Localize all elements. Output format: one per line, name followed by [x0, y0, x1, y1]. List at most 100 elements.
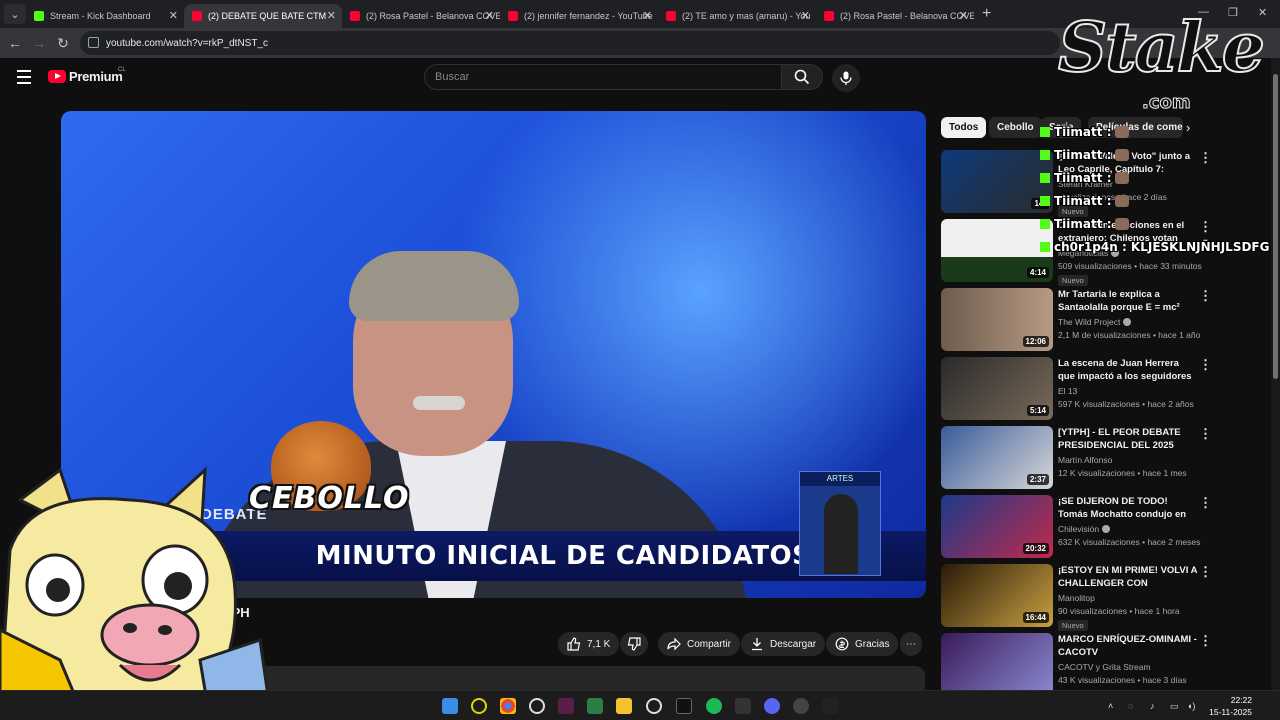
app-icon-5[interactable]: [735, 698, 751, 714]
more-options-icon[interactable]: ⋮: [1199, 150, 1212, 166]
network-icon[interactable]: ▭: [1170, 701, 1179, 712]
app-icon-1[interactable]: [471, 698, 487, 714]
like-button[interactable]: 7,1 K: [558, 632, 620, 656]
obs-icon[interactable]: [646, 698, 662, 714]
volume-icon[interactable]: ◖): [1187, 701, 1195, 711]
chat-text: :: [1106, 171, 1112, 185]
more-options-icon[interactable]: ⋮: [1199, 495, 1212, 511]
video-thumbnail[interactable]: 16:44: [941, 564, 1053, 627]
video-thumbnail[interactable]: 2:37: [941, 426, 1053, 489]
recommendation-item[interactable]: 20:32 ¡SE DIJERON DE TODO! Tomás Mochatto…: [941, 495, 1271, 559]
tab-search-button[interactable]: ⌄: [4, 4, 26, 24]
recommendation-item[interactable]: 5:14 La escena de Juan Herrera que impact…: [941, 357, 1271, 421]
youtube-premium-logo[interactable]: Premium: [69, 69, 123, 84]
app-icon-2[interactable]: [558, 698, 574, 714]
banner-text: MINUTO INICIAL DE CANDIDATOS: [315, 541, 812, 571]
channel-name[interactable]: Martín Alfonso: [1058, 455, 1112, 465]
recommendation-item[interactable]: 12:06 Mr Tartaria le explica a Santaolall…: [941, 288, 1271, 352]
tray-mic-icon[interactable]: ♪: [1150, 701, 1155, 711]
ccleaner-icon[interactable]: [529, 698, 545, 714]
tab-close-icon[interactable]: ✕: [801, 9, 810, 22]
site-info-icon[interactable]: [88, 37, 99, 48]
youtube-favicon-icon: [508, 11, 518, 21]
new-badge: Nuevo: [1058, 275, 1088, 286]
tab-close-icon[interactable]: ✕: [959, 9, 968, 22]
download-button[interactable]: Descargar: [741, 632, 826, 656]
country-code: CL: [118, 67, 126, 73]
browser-tab[interactable]: (2) DEBATE QUE BATE CTM ✕: [184, 4, 342, 28]
recommendation-title[interactable]: ¡SE DIJERON DE TODO! Tomás Mochatto cond…: [1058, 495, 1198, 521]
address-bar[interactable]: youtube.com/watch?v=rkP_dtNST_c: [80, 31, 1060, 55]
video-thumbnail[interactable]: 4:14: [941, 219, 1053, 282]
search-input[interactable]: Buscar: [424, 64, 782, 90]
app-icon-3[interactable]: [587, 698, 603, 714]
channel-name[interactable]: Chilevisión: [1058, 524, 1111, 534]
system-clock[interactable]: 22:22 15-11-2025: [1204, 694, 1252, 718]
chrome-icon[interactable]: [500, 698, 516, 714]
file-explorer-icon[interactable]: [616, 698, 632, 714]
back-icon[interactable]: ←: [3, 35, 27, 51]
tab-close-icon[interactable]: ✕: [485, 9, 494, 22]
recommendation-title[interactable]: MARCO ENRÍQUEZ-OMINAMI - CACOTV: [1058, 633, 1198, 659]
more-options-icon[interactable]: ⋮: [1199, 564, 1212, 580]
tab-title: (2) Rosa Pastel - Belanova COVE: [366, 11, 500, 21]
browser-tab[interactable]: (2) jennifer fernandez - YouTube ✕: [500, 4, 658, 28]
more-options-icon[interactable]: ⋮: [1199, 288, 1212, 304]
recommendation-item[interactable]: MARCO ENRÍQUEZ-OMINAMI - CACOTV CACOTV y …: [941, 633, 1271, 697]
spotify-icon[interactable]: [706, 698, 722, 714]
chip-cebollo[interactable]: Cebollo: [989, 117, 1042, 138]
search-button[interactable]: [781, 64, 823, 90]
browser-tab[interactable]: Stream - Kick Dashboard ✕: [26, 4, 184, 28]
voice-search-button[interactable]: [832, 64, 860, 92]
reload-icon[interactable]: ↻: [51, 35, 75, 52]
app-icon-6[interactable]: [793, 698, 809, 714]
page-scrollbar[interactable]: [1271, 58, 1280, 691]
browser-tab[interactable]: (2) Rosa Pastel - Belanova COVE ✕: [816, 4, 974, 28]
forward-icon[interactable]: →: [27, 35, 51, 51]
recommendation-item[interactable]: 16:44 ¡ESTOY EN MI PRIME! VOLVI A CHALLEN…: [941, 564, 1271, 631]
tab-close-icon[interactable]: ✕: [327, 9, 336, 22]
browser-tab[interactable]: (2) Rosa Pastel - Belanova COVE ✕: [342, 4, 500, 28]
app-icon-7[interactable]: [822, 698, 838, 714]
app-icon-4[interactable]: [676, 698, 692, 714]
tray-app-icon[interactable]: ◌: [1128, 701, 1133, 711]
menu-icon[interactable]: [17, 70, 31, 88]
new-tab-button[interactable]: +: [982, 5, 991, 23]
recommendation-title[interactable]: [YTPH] - EL PEOR DEBATE PRESIDENCIAL DEL…: [1058, 426, 1198, 452]
more-options-icon[interactable]: ⋮: [1199, 426, 1212, 442]
recommendation-title[interactable]: Mr Tartaria le explica a Santaolalla por…: [1058, 288, 1198, 314]
recommendation-title[interactable]: La escena de Juan Herrera que impactó a …: [1058, 357, 1198, 383]
chevron-right-icon[interactable]: ›: [1186, 120, 1190, 135]
video-thumbnail[interactable]: 5:14: [941, 357, 1053, 420]
video-thumbnail[interactable]: 12:06: [941, 288, 1053, 351]
discord-icon[interactable]: [764, 698, 780, 714]
video-thumbnail[interactable]: 14:: [941, 150, 1053, 213]
start-icon[interactable]: [442, 698, 458, 714]
dislike-button[interactable]: [620, 632, 648, 656]
recommendation-title[interactable]: ¡ESTOY EN MI PRIME! VOLVI A CHALLENGER C…: [1058, 564, 1198, 590]
youtube-logo-icon[interactable]: [48, 70, 66, 83]
more-options-icon[interactable]: ⋮: [1199, 633, 1212, 649]
tab-close-icon[interactable]: ✕: [169, 9, 178, 22]
channel-name[interactable]: El 13: [1058, 386, 1077, 396]
tab-close-icon[interactable]: ✕: [643, 9, 652, 22]
channel-name[interactable]: The Wild Project: [1058, 317, 1132, 327]
more-options-icon[interactable]: ⋮: [1199, 219, 1212, 235]
tray-expand-icon[interactable]: ˄: [1108, 701, 1113, 711]
channel-name[interactable]: Manolitop: [1058, 593, 1095, 603]
more-actions-button[interactable]: ⋯: [900, 632, 922, 656]
video-thumbnail[interactable]: 20:32: [941, 495, 1053, 558]
chip-todos[interactable]: Todos: [941, 117, 987, 138]
scrollbar-thumb[interactable]: [1273, 74, 1278, 379]
view-count-and-age: 12 K visualizaciones • hace 1 mes: [1058, 468, 1187, 478]
more-options-icon[interactable]: ⋮: [1199, 357, 1212, 373]
share-button[interactable]: Compartir: [658, 632, 740, 656]
channel-name[interactable]: CACOTV y Grita Stream: [1058, 662, 1151, 672]
video-thumbnail[interactable]: [941, 633, 1053, 696]
browser-tab[interactable]: (2) TE amo y mas (amaru) - You ✕: [658, 4, 816, 28]
recommendation-item[interactable]: 2:37 [YTPH] - EL PEOR DEBATE PRESIDENCIAL…: [941, 426, 1271, 490]
clock-time: 22:22: [1230, 695, 1252, 705]
thumbs-down-icon: [627, 637, 641, 651]
thanks-button[interactable]: Gracias: [826, 632, 899, 656]
thumbs-up-icon: [567, 637, 581, 651]
